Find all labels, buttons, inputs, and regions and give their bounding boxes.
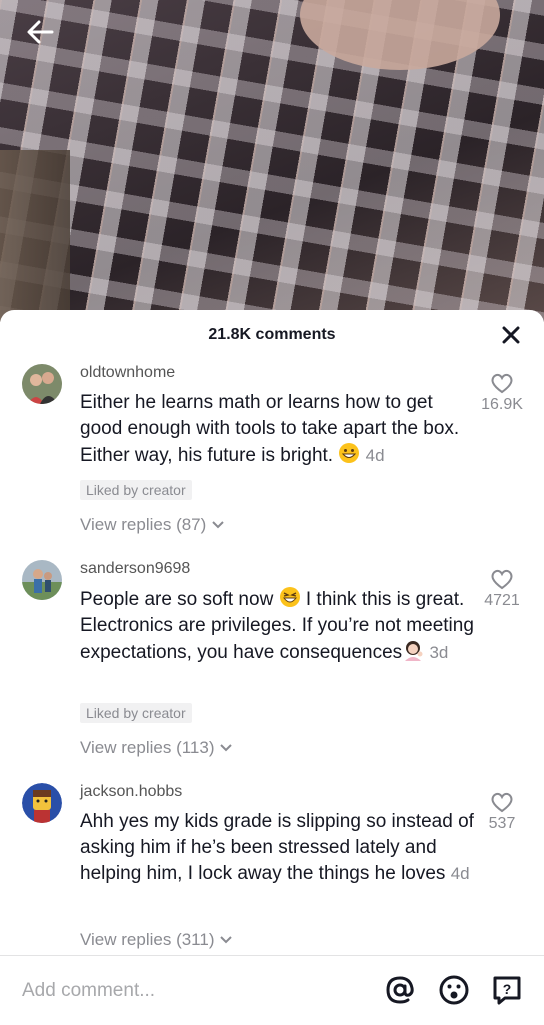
comment-text: People are so soft now I think this is g…	[80, 586, 480, 666]
video-background[interactable]	[0, 0, 544, 322]
comment-time: 4d	[450, 864, 470, 883]
chevron-down-icon	[220, 744, 232, 752]
arrow-left-icon[interactable]	[22, 14, 58, 50]
like-count: 537	[488, 815, 516, 832]
view-replies-label: View replies (311)	[80, 930, 215, 949]
close-icon[interactable]	[500, 324, 522, 346]
comment-text: Either he learns math or learns how to g…	[80, 390, 480, 469]
view-replies-label: View replies (87)	[80, 515, 207, 534]
heart-icon	[491, 569, 513, 590]
view-replies-link[interactable]: View replies (311)	[80, 930, 233, 950]
video-skin-area	[300, 0, 500, 70]
heart-icon	[491, 373, 513, 394]
add-comment-input[interactable]: Add comment...	[22, 980, 155, 1002]
comment-body: Ahh yes my kids grade is slipping so ins…	[80, 811, 474, 884]
heart-icon	[491, 792, 513, 813]
comment-username[interactable]: sanderson9698	[80, 560, 190, 578]
like-button[interactable]: 4721	[470, 568, 534, 610]
comments-sheet: 21.8K comments oldtownhome Either he lea…	[0, 310, 544, 1024]
like-button[interactable]: 16.9K	[470, 372, 534, 414]
liked-by-creator-badge: Liked by creator	[80, 480, 192, 500]
comment-input-bar: Add comment... ?	[0, 955, 544, 1025]
comment-body-part-1: People are so soft now	[80, 589, 274, 610]
view-replies-link[interactable]: View replies (87)	[80, 515, 225, 535]
like-button[interactable]: 537	[470, 791, 534, 833]
comment-time: 3d	[429, 643, 449, 662]
view-replies-label: View replies (113)	[80, 738, 215, 757]
like-count: 16.9K	[481, 396, 523, 413]
comment-body: Either he learns math or learns how to g…	[80, 392, 460, 466]
liked-by-creator-badge: Liked by creator	[80, 703, 192, 723]
avatar[interactable]	[22, 364, 62, 404]
report-icon[interactable]: ?	[491, 974, 523, 1006]
avatar[interactable]	[22, 783, 62, 823]
video-wood-area	[0, 150, 70, 322]
comment-time: 4d	[365, 446, 385, 465]
view-replies-link[interactable]: View replies (113)	[80, 738, 233, 758]
svg-text:?: ?	[503, 981, 512, 997]
like-count: 4721	[484, 592, 520, 609]
comments-count-title: 21.8K comments	[208, 326, 336, 343]
chevron-down-icon	[220, 936, 232, 944]
avatar[interactable]	[22, 560, 62, 600]
chevron-down-icon	[212, 521, 224, 529]
woman-tipping-hand-emoji	[405, 641, 423, 661]
at-icon[interactable]	[384, 974, 416, 1006]
comment-username[interactable]: jackson.hobbs	[80, 783, 182, 801]
emoji-icon[interactable]	[438, 974, 470, 1006]
grinning-squinting-face-emoji	[279, 587, 300, 607]
comment-username[interactable]: oldtownhome	[80, 364, 175, 382]
grinning-face-emoji	[339, 443, 360, 463]
comment-text: Ahh yes my kids grade is slipping so ins…	[80, 809, 480, 887]
